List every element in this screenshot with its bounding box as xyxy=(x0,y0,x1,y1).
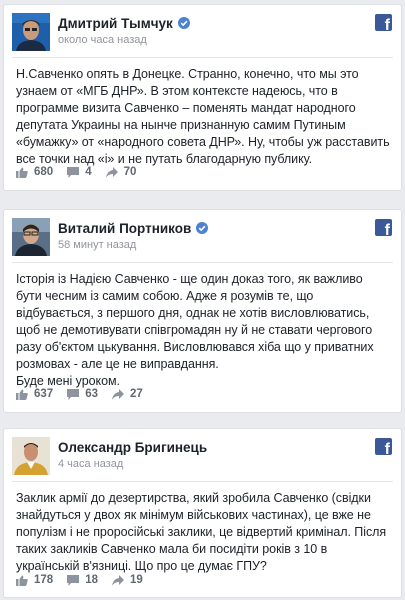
comment-count-value: 4 xyxy=(85,166,92,178)
post-header: Дмитрий Тымчук около часа назад f xyxy=(4,5,401,57)
thumbs-up-icon xyxy=(16,167,28,178)
reaction-bar: 680 4 70 xyxy=(16,154,150,190)
facebook-icon[interactable]: f xyxy=(375,14,392,31)
comment-icon xyxy=(67,166,80,178)
news-feed: Дмитрий Тымчук около часа назад f Н.Савч… xyxy=(0,0,405,600)
author-name[interactable]: Виталий Портников xyxy=(58,221,209,236)
post-timestamp[interactable]: 4 часа назад xyxy=(58,458,123,470)
post-header: Виталий Портников 58 минут назад f xyxy=(4,210,401,262)
avatar[interactable] xyxy=(12,437,50,475)
thumbs-up-icon xyxy=(16,389,28,400)
facebook-icon[interactable]: f xyxy=(375,219,392,236)
share-count[interactable]: 19 xyxy=(111,574,143,586)
like-count[interactable]: 680 xyxy=(16,166,53,178)
thumbs-up-icon xyxy=(16,575,28,586)
share-count-value: 70 xyxy=(123,166,137,178)
share-count-value: 19 xyxy=(129,574,143,586)
comment-count[interactable]: 18 xyxy=(67,574,98,586)
post-paragraph: Н.Савченко опять в Донецке. Странно, кон… xyxy=(16,67,390,166)
verified-check-icon xyxy=(196,222,209,234)
author-name-text[interactable]: Виталий Портников xyxy=(58,221,191,236)
avatar[interactable] xyxy=(12,13,50,51)
verified-check-icon xyxy=(177,17,190,29)
like-count[interactable]: 178 xyxy=(16,574,53,586)
comment-count[interactable]: 63 xyxy=(67,388,98,400)
author-name[interactable]: Дмитрий Тымчук xyxy=(58,16,190,31)
post-card: Олександр Бригинець 4 часа назад f Закли… xyxy=(3,428,402,598)
post-paragraph: Історія із Надією Савченко - ще один док… xyxy=(16,272,374,371)
share-count[interactable]: 27 xyxy=(111,388,143,400)
share-count[interactable]: 70 xyxy=(105,166,137,178)
like-count[interactable]: 637 xyxy=(16,388,53,400)
post-card: Виталий Портников 58 минут назад f Істор… xyxy=(3,209,402,413)
author-name[interactable]: Олександр Бригинець xyxy=(58,440,207,455)
comment-icon xyxy=(67,388,80,400)
like-count-value: 178 xyxy=(34,574,54,586)
share-arrow-icon xyxy=(105,166,118,178)
share-arrow-icon xyxy=(111,388,124,400)
comment-count[interactable]: 4 xyxy=(67,166,92,178)
reaction-bar: 178 18 19 xyxy=(16,563,157,597)
like-count-value: 637 xyxy=(34,388,54,400)
author-name-text[interactable]: Дмитрий Тымчук xyxy=(58,16,173,31)
share-count-value: 27 xyxy=(129,388,143,400)
post-card: Дмитрий Тымчук около часа назад f Н.Савч… xyxy=(3,4,402,191)
author-name-text[interactable]: Олександр Бригинець xyxy=(58,440,207,455)
post-timestamp[interactable]: 58 минут назад xyxy=(58,239,136,251)
share-arrow-icon xyxy=(111,574,124,586)
like-count-value: 680 xyxy=(34,166,54,178)
post-text: Історія із Надією Савченко - ще один док… xyxy=(4,263,401,390)
reaction-bar: 637 63 27 xyxy=(16,376,157,412)
post-timestamp[interactable]: около часа назад xyxy=(58,34,147,46)
avatar[interactable] xyxy=(12,218,50,256)
post-header: Олександр Бригинець 4 часа назад f xyxy=(4,429,401,481)
facebook-icon[interactable]: f xyxy=(375,438,392,455)
comment-icon xyxy=(67,574,80,586)
comment-count-value: 18 xyxy=(85,574,98,586)
post-text: Н.Савченко опять в Донецке. Странно, кон… xyxy=(4,58,401,168)
post-text: Заклик армії до дезертирства, який зроби… xyxy=(4,482,401,575)
comment-count-value: 63 xyxy=(85,388,98,400)
